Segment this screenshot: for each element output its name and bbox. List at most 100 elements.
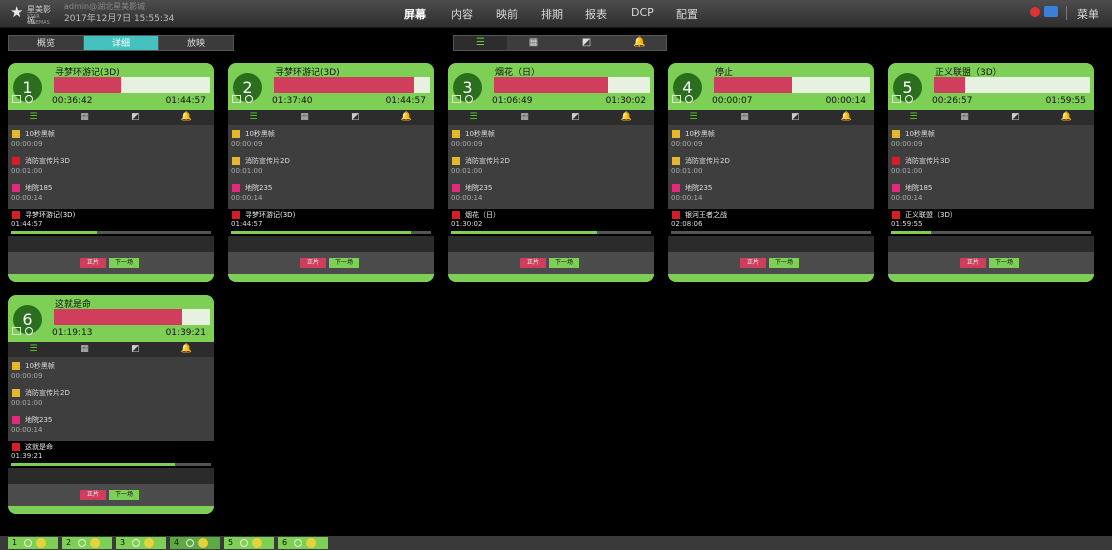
playlist-item[interactable]: 消防宣传片2D 00:01:00 bbox=[451, 155, 651, 179]
next-show-button[interactable]: 下一场 bbox=[989, 258, 1019, 268]
grid-icon[interactable]: ▦ bbox=[719, 110, 770, 125]
next-show-button[interactable]: 下一场 bbox=[329, 258, 359, 268]
play-icon[interactable] bbox=[905, 95, 913, 103]
list-icon[interactable]: ☰ bbox=[228, 110, 279, 125]
list-icon[interactable]: ☰ bbox=[454, 36, 507, 50]
export-icon[interactable]: ◩ bbox=[770, 110, 821, 125]
playlist-item[interactable]: 消防宣传片2D 00:01:00 bbox=[231, 155, 431, 179]
menu-button[interactable]: 菜单 bbox=[1077, 6, 1099, 22]
checkbox-icon[interactable] bbox=[672, 95, 681, 103]
message-icon[interactable] bbox=[1044, 6, 1058, 17]
export-icon[interactable]: ◩ bbox=[550, 110, 601, 125]
playlist-item[interactable]: 消防宣传片3D 00:01:00 bbox=[11, 155, 211, 179]
playlist-item[interactable]: 地院235 00:00:14 bbox=[231, 182, 431, 206]
play-icon[interactable] bbox=[685, 95, 693, 103]
bell-icon[interactable]: 🔔 bbox=[1041, 110, 1092, 125]
playlist-item[interactable]: 10秒黑帧 00:00:09 bbox=[231, 128, 431, 152]
export-icon[interactable]: ◩ bbox=[990, 110, 1041, 125]
screen-tab-1[interactable]: 1 bbox=[8, 537, 58, 549]
feature-button[interactable]: 正片 bbox=[960, 258, 986, 268]
checkbox-icon[interactable] bbox=[452, 95, 461, 103]
play-icon[interactable] bbox=[465, 95, 473, 103]
feature-button[interactable]: 正片 bbox=[80, 490, 106, 500]
list-icon[interactable]: ☰ bbox=[668, 110, 719, 125]
playlist-item[interactable]: 10秒黑帧 00:00:09 bbox=[11, 360, 211, 384]
export-icon[interactable]: ◩ bbox=[110, 342, 161, 357]
nav-item-preshow[interactable]: 映前 bbox=[496, 6, 518, 22]
list-icon[interactable]: ☰ bbox=[448, 110, 499, 125]
current-item[interactable]: 正义联盟（3D） 01:59:55 bbox=[888, 209, 1094, 236]
nav-item-screens[interactable]: 屏幕 bbox=[404, 6, 426, 22]
current-item[interactable]: 银河王者之战 02:08:06 bbox=[668, 209, 874, 236]
checkbox-icon[interactable] bbox=[232, 95, 241, 103]
bell-icon[interactable]: 🔔 bbox=[821, 110, 872, 125]
bell-icon[interactable]: 🔔 bbox=[161, 342, 212, 357]
screen-tab-5[interactable]: 5 bbox=[224, 537, 274, 549]
grid-icon[interactable]: ▦ bbox=[507, 36, 560, 50]
playlist-item[interactable]: 10秒黑帧 00:00:09 bbox=[451, 128, 651, 152]
screen-tab-2[interactable]: 2 bbox=[62, 537, 112, 549]
feature-button[interactable]: 正片 bbox=[80, 258, 106, 268]
export-icon[interactable]: ◩ bbox=[330, 110, 381, 125]
screen-card[interactable]: 4 停止 00:00:07 00:00:14 ☰ ▦ ◩ 🔔 10秒黑帧 00:… bbox=[668, 63, 874, 282]
grid-icon[interactable]: ▦ bbox=[59, 342, 110, 357]
screen-card[interactable]: 6 这就是命 01:19:13 01:39:21 ☰ ▦ ◩ 🔔 10秒黑帧 0… bbox=[8, 295, 214, 514]
tab-playback[interactable]: 放映 bbox=[158, 35, 234, 51]
tab-detail[interactable]: 详细 bbox=[83, 35, 159, 51]
play-icon[interactable] bbox=[25, 327, 33, 335]
screen-card[interactable]: 3 烟花（日） 01:06:49 01:30:02 ☰ ▦ ◩ 🔔 10秒黑帧 … bbox=[448, 63, 654, 282]
screen-tab-3[interactable]: 3 bbox=[116, 537, 166, 549]
current-item[interactable]: 寻梦环游记(3D) 01:44:57 bbox=[228, 209, 434, 236]
playlist-item[interactable]: 地院235 00:00:14 bbox=[451, 182, 651, 206]
current-item[interactable]: 寻梦环游记(3D) 01:44:57 bbox=[8, 209, 214, 236]
feature-button[interactable]: 正片 bbox=[300, 258, 326, 268]
list-icon[interactable]: ☰ bbox=[8, 110, 59, 125]
nav-item-reports[interactable]: 报表 bbox=[585, 6, 607, 22]
feature-button[interactable]: 正片 bbox=[740, 258, 766, 268]
current-item[interactable]: 烟花（日） 01:30:02 bbox=[448, 209, 654, 236]
screen-card[interactable]: 1 寻梦环游记(3D) 00:36:42 01:44:57 ☰ ▦ ◩ 🔔 10… bbox=[8, 63, 214, 282]
screen-card[interactable]: 5 正义联盟（3D） 00:26:57 01:59:55 ☰ ▦ ◩ 🔔 10秒… bbox=[888, 63, 1094, 282]
playlist-item[interactable]: 消防宣传片3D 00:01:00 bbox=[891, 155, 1091, 179]
screen-card[interactable]: 2 寻梦环游记(3D) 01:37:40 01:44:57 ☰ ▦ ◩ 🔔 10… bbox=[228, 63, 434, 282]
nav-item-dcp[interactable]: DCP bbox=[631, 6, 654, 19]
playlist-item[interactable]: 10秒黑帧 00:00:09 bbox=[671, 128, 871, 152]
playlist-item[interactable]: 地院235 00:00:14 bbox=[671, 182, 871, 206]
bell-icon[interactable]: 🔔 bbox=[613, 36, 666, 50]
playlist-item[interactable]: 地院235 00:00:14 bbox=[11, 414, 211, 438]
playlist-item[interactable]: 10秒黑帧 00:00:09 bbox=[11, 128, 211, 152]
current-item[interactable]: 这就是命 01:39:21 bbox=[8, 441, 214, 468]
next-show-button[interactable]: 下一场 bbox=[109, 490, 139, 500]
next-show-button[interactable]: 下一场 bbox=[109, 258, 139, 268]
playlist-item[interactable]: 10秒黑帧 00:00:09 bbox=[891, 128, 1091, 152]
playlist-item[interactable]: 地院185 00:00:14 bbox=[891, 182, 1091, 206]
nav-item-config[interactable]: 配置 bbox=[676, 6, 698, 22]
checkbox-icon[interactable] bbox=[12, 95, 21, 103]
play-icon[interactable] bbox=[245, 95, 253, 103]
feature-button[interactable]: 正片 bbox=[520, 258, 546, 268]
checkbox-icon[interactable] bbox=[12, 327, 21, 335]
next-show-button[interactable]: 下一场 bbox=[549, 258, 579, 268]
bell-icon[interactable]: 🔔 bbox=[161, 110, 212, 125]
bell-icon[interactable]: 🔔 bbox=[601, 110, 652, 125]
playlist-item[interactable]: 地院185 00:00:14 bbox=[11, 182, 211, 206]
screen-tab-4[interactable]: 4 bbox=[170, 537, 220, 549]
export-icon[interactable]: ◩ bbox=[110, 110, 161, 125]
list-icon[interactable]: ☰ bbox=[888, 110, 939, 125]
grid-icon[interactable]: ▦ bbox=[499, 110, 550, 125]
nav-item-content[interactable]: 内容 bbox=[451, 6, 473, 22]
tab-overview[interactable]: 概览 bbox=[8, 35, 84, 51]
alert-icon[interactable] bbox=[1030, 7, 1040, 17]
grid-icon[interactable]: ▦ bbox=[939, 110, 990, 125]
next-show-button[interactable]: 下一场 bbox=[769, 258, 799, 268]
screen-tab-6[interactable]: 6 bbox=[278, 537, 328, 549]
nav-item-schedule[interactable]: 排期 bbox=[541, 6, 563, 22]
grid-icon[interactable]: ▦ bbox=[59, 110, 110, 125]
grid-icon[interactable]: ▦ bbox=[279, 110, 330, 125]
export-icon[interactable]: ◩ bbox=[560, 36, 613, 50]
playlist-item[interactable]: 消防宣传片2D 00:01:00 bbox=[11, 387, 211, 411]
list-icon[interactable]: ☰ bbox=[8, 342, 59, 357]
bell-icon[interactable]: 🔔 bbox=[381, 110, 432, 125]
playlist-item[interactable]: 消防宣传片2D 00:01:00 bbox=[671, 155, 871, 179]
checkbox-icon[interactable] bbox=[892, 95, 901, 103]
